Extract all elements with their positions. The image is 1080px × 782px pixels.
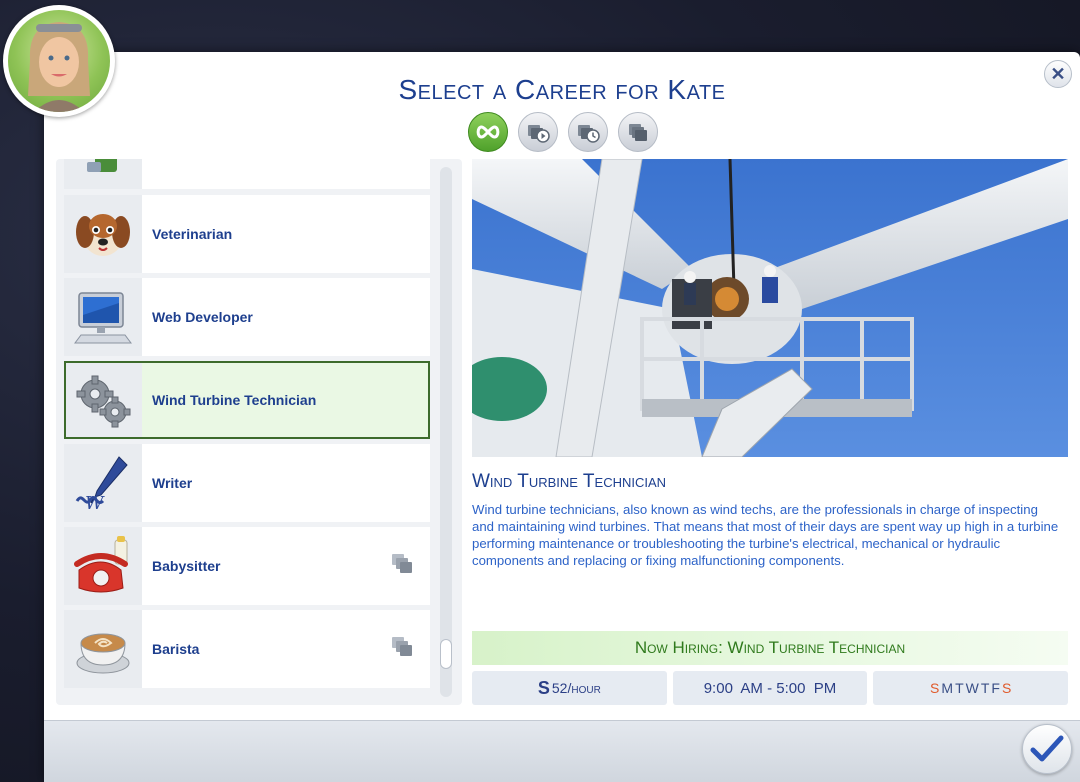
infinity-icon <box>476 125 500 139</box>
career-detail-panel: Wind Turbine Technician Wind turbine tec… <box>472 159 1069 705</box>
career-list: Veterinarian Web Developer Wind Turbine … <box>56 159 462 705</box>
day-sunday: S <box>930 680 940 696</box>
day-tuesday: T <box>955 680 964 696</box>
career-row-writer[interactable]: W Writer <box>64 444 430 522</box>
career-dialog: Select a Career for Kate ✕ Veterinarian … <box>44 52 1080 782</box>
career-label: Barista <box>152 641 200 657</box>
sim-avatar[interactable] <box>3 5 115 117</box>
pack-icon <box>390 552 416 581</box>
dialog-title: Select a Career for Kate <box>398 74 726 105</box>
career-icon-barista <box>64 610 142 688</box>
latte-icon <box>76 633 130 674</box>
pay-rate: 52/hour <box>551 680 601 696</box>
sim-portrait <box>8 10 110 112</box>
career-label: Veterinarian <box>152 226 233 242</box>
career-info-row: S 52/hour 9:00 AM - 5:00 PM S M T W T F … <box>472 671 1069 705</box>
computer-icon <box>74 292 132 344</box>
scroll-thumb[interactable] <box>440 639 452 669</box>
career-icon-wind-turbine-technician <box>64 361 142 439</box>
filter-all-careers[interactable] <box>468 112 508 152</box>
dog-icon <box>76 214 130 256</box>
career-icon-web-developer <box>64 278 142 356</box>
career-row-wind-turbine-technician[interactable]: Wind Turbine Technician <box>64 361 430 439</box>
toy-phone-icon <box>74 536 128 593</box>
quill-pen-icon: W <box>75 456 128 514</box>
career-icon-veterinarian <box>64 195 142 273</box>
close-button[interactable]: ✕ <box>1044 60 1072 88</box>
career-title: Wind Turbine Technician <box>472 471 667 492</box>
pack-play-icon <box>528 125 550 143</box>
career-row-partial[interactable] <box>64 159 430 189</box>
pay-cell: S 52/hour <box>472 671 667 705</box>
dialog-footer <box>44 720 1080 782</box>
day-saturday: S <box>1001 680 1012 696</box>
day-monday: M <box>941 680 954 696</box>
filter-pack-careers[interactable] <box>618 112 658 152</box>
day-wednesday: W <box>965 680 979 696</box>
close-icon: ✕ <box>1050 63 1066 84</box>
career-icon-partial <box>64 159 142 189</box>
career-row-babysitter[interactable]: Babysitter <box>64 527 430 605</box>
filter-active-careers[interactable] <box>518 112 558 152</box>
career-row-barista[interactable]: Barista <box>64 610 430 688</box>
gears-icon <box>76 375 131 428</box>
checkmark-icon <box>1030 735 1064 762</box>
career-icon-babysitter <box>64 527 142 605</box>
filter-part-time-careers[interactable] <box>568 112 608 152</box>
pack-icon <box>629 124 647 141</box>
career-label: Babysitter <box>152 558 221 574</box>
pack-clock-icon <box>578 125 600 143</box>
career-photo <box>472 159 1068 457</box>
work-hours: 9:00 AM - 5:00 PM <box>703 679 837 697</box>
career-filter-bar <box>468 112 658 152</box>
simoleon-icon: S <box>537 677 550 698</box>
career-row-web-developer[interactable]: Web Developer <box>64 278 430 356</box>
day-friday: F <box>991 680 1000 696</box>
list-scrollbar[interactable] <box>440 167 452 697</box>
career-icon-writer: W <box>64 444 142 522</box>
career-row-veterinarian[interactable]: Veterinarian <box>64 195 430 273</box>
career-label: Wind Turbine Technician <box>152 392 317 408</box>
career-label: Writer <box>152 475 193 491</box>
days-cell: S M T W T F S <box>873 671 1069 705</box>
hours-cell: 9:00 AM - 5:00 PM <box>672 671 868 705</box>
now-hiring-banner: Now Hiring: Wind Turbine Technician <box>472 631 1068 665</box>
career-list-scroll[interactable]: Veterinarian Web Developer Wind Turbine … <box>64 159 430 705</box>
career-description: Wind turbine technicians, also known as … <box>472 502 1059 568</box>
career-label: Web Developer <box>152 309 253 325</box>
day-thursday: T <box>980 680 990 696</box>
svg-text:W: W <box>85 493 105 514</box>
pack-icon <box>390 635 416 664</box>
confirm-button[interactable] <box>1022 724 1072 774</box>
